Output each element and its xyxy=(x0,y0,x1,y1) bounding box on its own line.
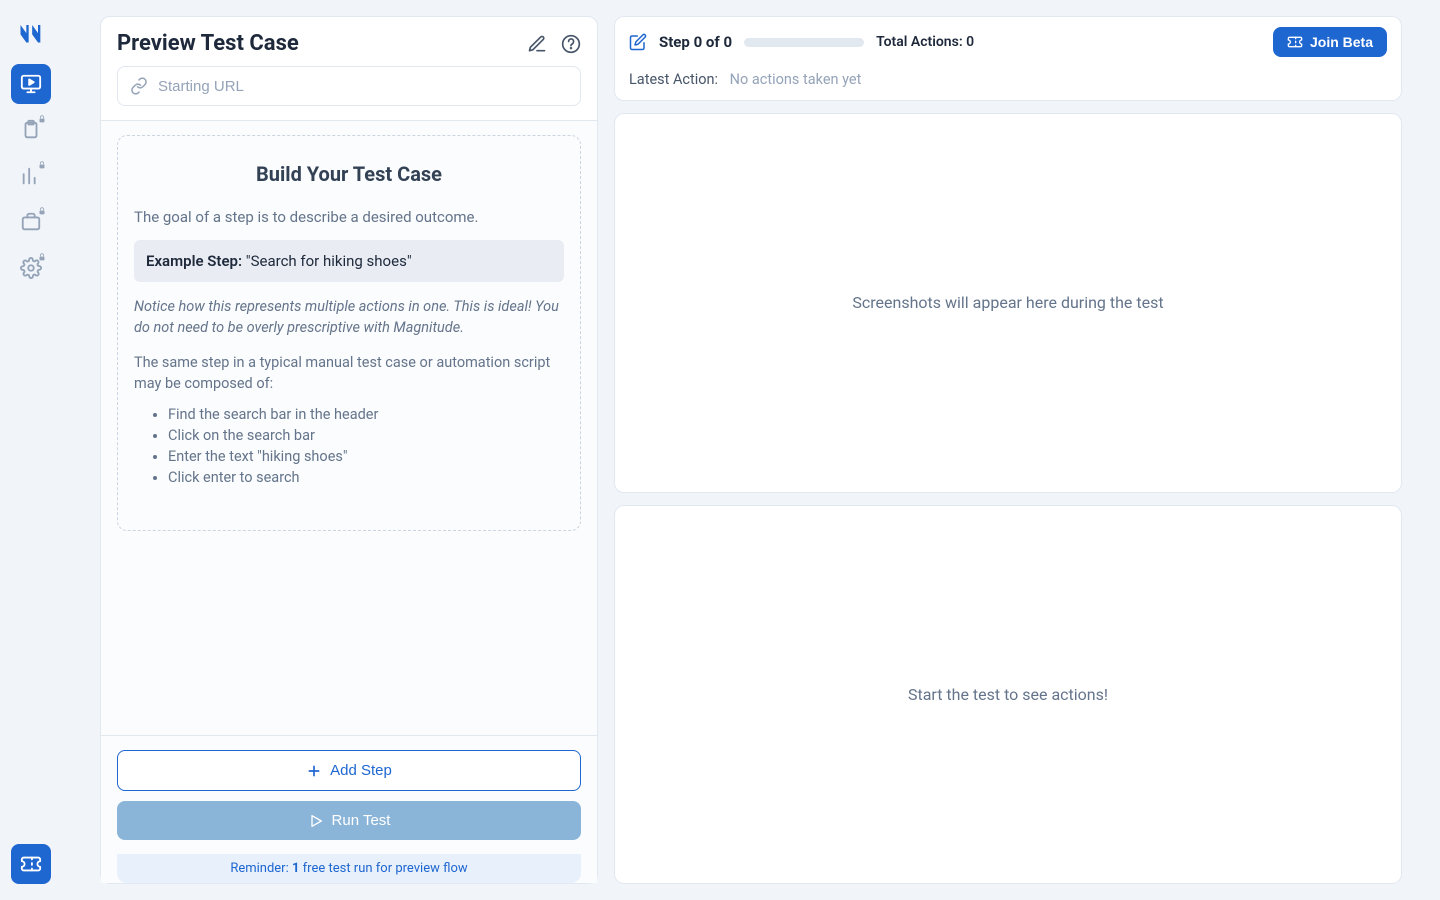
latest-action-label: Latest Action: xyxy=(629,71,718,88)
join-beta-label: Join Beta xyxy=(1310,34,1373,50)
sidebar xyxy=(0,0,62,900)
reminder-prefix: Reminder: xyxy=(230,861,292,876)
bullets-list: Find the search bar in the header Click … xyxy=(134,404,564,488)
example-value: "Search for hiking shoes" xyxy=(246,252,412,270)
list-item: Click on the search bar xyxy=(168,425,564,446)
run-test-button[interactable]: Run Test xyxy=(117,801,581,840)
edit-icon[interactable] xyxy=(527,34,547,54)
list-item: Click enter to search xyxy=(168,467,564,488)
screenshots-placeholder-text: Screenshots will appear here during the … xyxy=(852,293,1163,312)
ticket-icon xyxy=(1287,34,1303,50)
actions-placeholder-text: Start the test to see actions! xyxy=(908,685,1108,704)
join-beta-button[interactable]: Join Beta xyxy=(1273,27,1387,57)
starting-url-input[interactable] xyxy=(158,78,568,95)
same-step-intro: The same step in a typical manual test c… xyxy=(134,352,564,394)
list-item: Find the search bar in the header xyxy=(168,404,564,425)
reminder-bar: Reminder: 1 free test run for preview fl… xyxy=(117,854,581,883)
play-icon xyxy=(308,813,324,829)
status-card: Step 0 of 0 Total Actions: 0 Join Beta L… xyxy=(614,16,1402,101)
app-logo-icon xyxy=(11,12,51,52)
page-title: Preview Test Case xyxy=(117,31,299,56)
add-step-button[interactable]: Add Step xyxy=(117,750,581,791)
list-item: Enter the text "hiking shoes" xyxy=(168,446,564,467)
screenshots-placeholder-card: Screenshots will appear here during the … xyxy=(614,113,1402,493)
example-step-box: Example Step: "Search for hiking shoes" xyxy=(134,240,564,282)
build-test-case-box: Build Your Test Case The goal of a step … xyxy=(117,135,581,531)
sidebar-item-settings[interactable] xyxy=(11,248,51,288)
build-title: Build Your Test Case xyxy=(134,162,564,186)
lock-icon xyxy=(37,206,47,216)
sidebar-item-monitor[interactable] xyxy=(11,64,51,104)
sidebar-item-briefcase[interactable] xyxy=(11,202,51,242)
main-content: Preview Test Case xyxy=(62,0,1440,900)
run-test-label: Run Test xyxy=(332,812,391,829)
lock-icon xyxy=(37,114,47,124)
plus-icon xyxy=(306,763,322,779)
link-icon xyxy=(130,77,148,95)
lock-icon xyxy=(37,252,47,262)
reminder-suffix: free test run for preview flow xyxy=(299,861,467,876)
sidebar-item-ticket[interactable] xyxy=(11,844,51,884)
preview-test-case-card: Preview Test Case xyxy=(100,16,598,884)
example-label: Example Step: xyxy=(146,252,242,270)
help-icon[interactable] xyxy=(561,34,581,54)
starting-url-field[interactable] xyxy=(117,66,581,106)
sidebar-item-chart[interactable] xyxy=(11,156,51,196)
left-column: Preview Test Case xyxy=(100,16,598,884)
lock-icon xyxy=(37,160,47,170)
notice-text: Notice how this represents multiple acti… xyxy=(134,296,564,338)
edit-square-icon xyxy=(629,33,647,51)
progress-bar xyxy=(744,38,864,47)
add-step-label: Add Step xyxy=(330,762,392,779)
right-column: Step 0 of 0 Total Actions: 0 Join Beta L… xyxy=(614,16,1402,884)
actions-placeholder-card: Start the test to see actions! xyxy=(614,505,1402,885)
step-counter: Step 0 of 0 xyxy=(659,33,732,51)
sidebar-item-clipboard[interactable] xyxy=(11,110,51,150)
total-actions: Total Actions: 0 xyxy=(876,34,974,50)
build-subtitle: The goal of a step is to describe a desi… xyxy=(134,208,564,226)
latest-action-value: No actions taken yet xyxy=(730,71,862,88)
